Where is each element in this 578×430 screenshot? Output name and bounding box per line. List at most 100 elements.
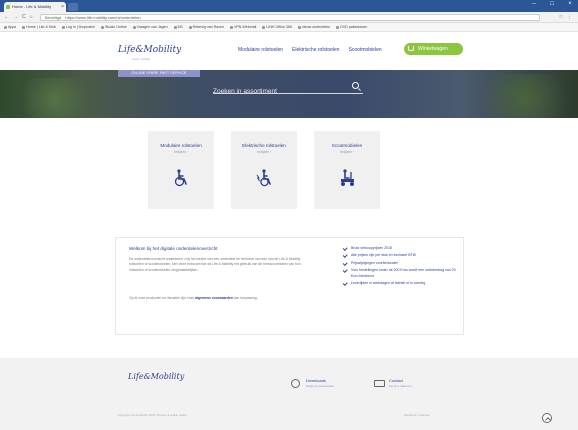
bookmark-item[interactable]: Vraagen van Jagen: [132, 25, 168, 29]
check-icon: [342, 280, 348, 286]
forward-icon[interactable]: →: [13, 14, 18, 20]
bookmark-item[interactable]: Apps: [4, 25, 16, 29]
hero-background-foliage: [470, 74, 578, 118]
check-item: Bruto verkoopprijzen 2018: [342, 245, 460, 251]
category-card-scooters[interactable]: Scootmobielen bekijken ›: [314, 131, 380, 209]
scooter-icon: [341, 169, 354, 186]
search-bar: [213, 80, 363, 98]
reload-icon[interactable]: C: [22, 14, 26, 20]
url-text: https://www.life-mobility.com/nl/onderde…: [65, 15, 141, 20]
bookmark-icon: [262, 25, 266, 29]
bookmark-item[interactable]: Rekenig van Raven: [188, 25, 224, 29]
nav-buttons: ← → C ⌂: [4, 14, 33, 20]
terms-link[interactable]: algemene voorwaarden: [195, 296, 233, 300]
favicon-icon: [6, 5, 10, 9]
card-link[interactable]: bekijken ›: [314, 150, 380, 154]
checklist: Bruto verkoopprijzen 2018 Alle prijzen z…: [342, 245, 460, 288]
close-window-icon[interactable]: ×: [566, 1, 574, 7]
tab-close-icon[interactable]: ×: [61, 2, 64, 12]
search-input[interactable]: [213, 85, 348, 98]
site-logo[interactable]: Life&Mobility: [118, 45, 181, 55]
downloads-link[interactable]: bekijk de downloads ›: [306, 384, 335, 388]
bookmark-icon: [230, 25, 234, 29]
main-nav: Modulaire rolstoelen Elektrische rolstoe…: [238, 47, 382, 53]
bookmark-icon: [4, 25, 7, 29]
card-title: Elektrische rolstoelen: [242, 143, 286, 148]
nav-electric-wheelchairs[interactable]: Elektrische rolstoelen: [292, 47, 340, 53]
hero-banner: ONLINE SPARE PART SERVICE: [0, 70, 578, 118]
browser-tab[interactable]: Home - Life & Mobility ×: [4, 2, 66, 12]
card-title: Modulaire rolstoelen: [160, 143, 202, 148]
cart-button[interactable]: Winkelwagen: [404, 43, 463, 55]
cart-icon: [408, 46, 414, 51]
bookmark-icon: [132, 25, 136, 29]
browser-toolbar: ← → C ⌂ Beveiligd https://www.life-mobil…: [0, 12, 578, 23]
check-item: Prijswijzigingen voorbehouden: [342, 260, 460, 266]
bookmark-icon: [61, 25, 65, 29]
check-icon: [342, 260, 348, 266]
copyright-text: Copyright Life & Mobility 2018 | Privacy…: [118, 413, 187, 417]
site-footer: Life&Mobility Downloads bekijk de downlo…: [0, 358, 578, 430]
contact-label: Contact: [389, 378, 403, 383]
bookmark-icon: [188, 25, 192, 29]
check-item: Alle prijzen zijn per stuk en exclusief …: [342, 253, 460, 258]
scroll-to-top-button[interactable]: [542, 413, 552, 423]
new-tab-button[interactable]: [68, 3, 78, 11]
card-link[interactable]: bekijken ›: [148, 150, 214, 154]
check-icon: [342, 245, 348, 251]
secure-label: Beveiligd: [45, 15, 62, 20]
window-controls: – □ ×: [530, 1, 574, 7]
toolbar-actions: ☆ ⋮: [559, 14, 572, 20]
card-link[interactable]: bekijken ›: [231, 150, 297, 154]
check-icon: [342, 268, 348, 273]
mail-icon: [374, 380, 385, 387]
check-item: Voor bestellingen onder de 200 Euro word…: [342, 268, 460, 279]
terms-paragraph: Op al onze producten en diensten zijn on…: [129, 296, 258, 300]
info-paragraph: De onderdelenoverzicht onderdelen u bij …: [129, 257, 301, 272]
downloads-label: Downloads: [306, 378, 326, 383]
bookmark-icon: [297, 25, 301, 29]
back-icon[interactable]: ←: [4, 14, 9, 20]
minimize-icon[interactable]: –: [530, 1, 538, 7]
download-icon: [291, 379, 300, 388]
address-bar[interactable]: Beveiligd https://www.life-mobility.com/…: [40, 14, 540, 21]
legal-links[interactable]: Disclaimer | Sitemap: [404, 413, 430, 417]
contact-link[interactable]: bel of e-mail ons ›: [389, 384, 413, 388]
tab-title: Home - Life & Mobility: [12, 4, 52, 9]
bookmark-item[interactable]: LINH Office 365: [262, 25, 292, 29]
nav-modular-wheelchairs[interactable]: Modulaire rolstoelen: [238, 47, 283, 53]
wheelchair-icon: [174, 169, 187, 187]
search-icon[interactable]: [352, 82, 359, 89]
bookmark-item[interactable]: nieuw onderdelen: [297, 25, 330, 29]
bookmark-item[interactable]: Home | Life & Mob: [22, 25, 56, 29]
card-title: Scootmobielen: [331, 143, 363, 148]
bookmarks-bar: Apps Home | Life & Mob Log in | Dropcatc…: [0, 23, 578, 32]
info-title: Welkom bij het digitale onderdelenoverzi…: [129, 246, 218, 251]
bookmark-item[interactable]: Log in | Dropcatch: [61, 25, 95, 29]
logo-tagline: enjoy mobility: [132, 57, 151, 61]
bookmark-item[interactable]: DVD pakketdoen: [336, 25, 367, 29]
bookmark-item[interactable]: VPN Webmail: [230, 25, 256, 29]
bookmark-icon: [336, 25, 340, 29]
bookmark-item[interactable]: M3: [173, 25, 183, 29]
bookmark-item[interactable]: Studio Online: [101, 25, 127, 29]
site-header: Life&Mobility enjoy mobility Modulaire r…: [0, 32, 578, 70]
hero-tag: ONLINE SPARE PART SERVICE: [118, 70, 200, 77]
info-box: Welkom bij het digitale onderdelenoverzi…: [115, 237, 464, 335]
bookmark-star-icon[interactable]: ☆: [559, 14, 563, 20]
category-card-electric[interactable]: Elektrische rolstoelen bekijken ›: [231, 131, 297, 209]
home-icon[interactable]: ⌂: [30, 14, 33, 20]
maximize-icon[interactable]: □: [548, 1, 556, 7]
hero-background-foliage: [10, 78, 100, 118]
bookmark-icon: [22, 25, 26, 29]
menu-icon[interactable]: ⋮: [567, 14, 572, 20]
category-card-modular[interactable]: Modulaire rolstoelen bekijken ›: [148, 131, 214, 209]
category-cards: Modulaire rolstoelen bekijken › Elektris…: [148, 131, 434, 209]
check-item: Levertijden in werkdagen af fabriek of i…: [342, 280, 460, 286]
bookmark-icon: [173, 25, 177, 29]
bookmark-icon: [101, 25, 105, 29]
check-icon: [342, 253, 348, 258]
footer-logo[interactable]: Life&Mobility: [128, 372, 184, 381]
nav-scooters[interactable]: Scootmobielen: [349, 47, 382, 53]
cart-label: Winkelwagen: [418, 46, 448, 52]
